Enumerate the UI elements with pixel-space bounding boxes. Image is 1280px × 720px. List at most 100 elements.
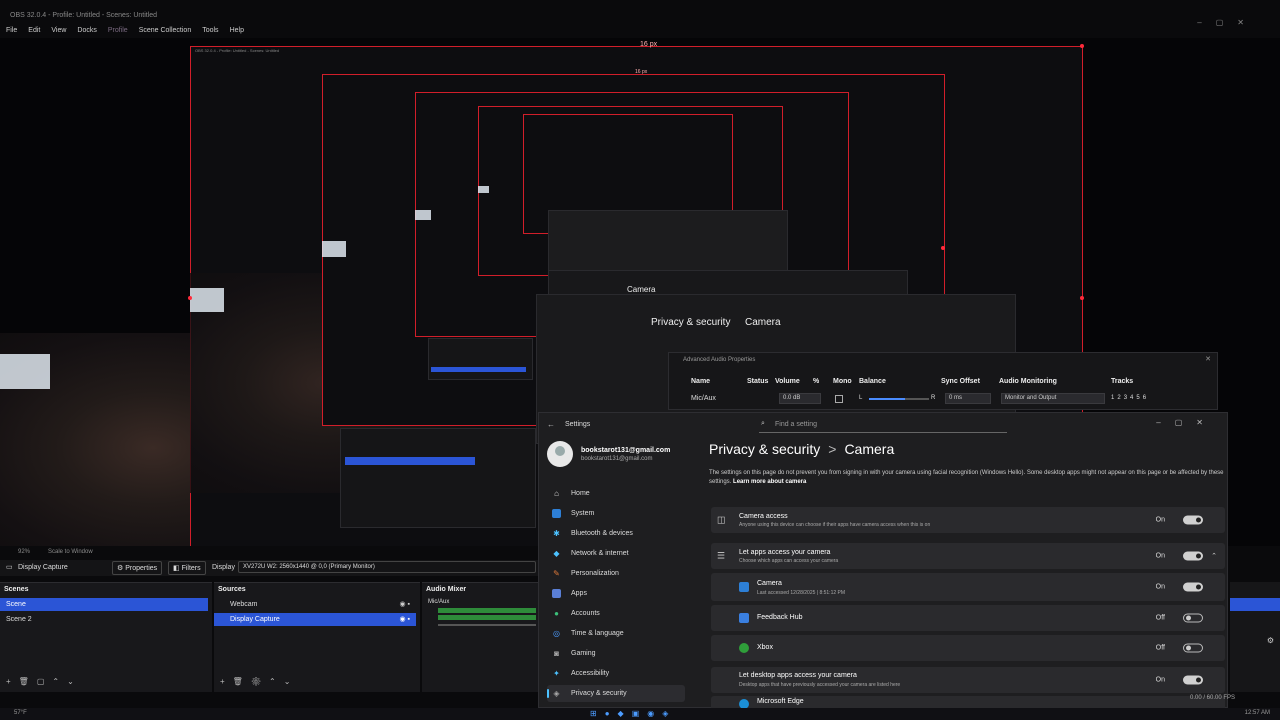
sync-offset-field[interactable]: 0 ms [945, 393, 991, 404]
breadcrumb-parent[interactable]: Privacy & security [709, 441, 820, 457]
window-controls[interactable]: –▢✕ [1156, 418, 1217, 427]
avatar [547, 441, 573, 467]
apps-access-card[interactable]: ☰ Let apps access your camera Choose whi… [711, 543, 1225, 569]
user-name: bookstarot131@gmail.com [581, 447, 671, 454]
feedback-hub-toggle[interactable] [1183, 613, 1203, 623]
eye-icon[interactable]: ◉ ▪ [399, 613, 410, 626]
user-email: bookstarot131@gmail.com [581, 456, 653, 462]
track-5[interactable]: 5 [1136, 395, 1139, 401]
track-3[interactable]: 3 [1124, 395, 1127, 401]
menu-scene-collection[interactable]: Scene Collection [139, 27, 192, 34]
eye-icon[interactable]: ◉ ▪ [399, 598, 410, 611]
spacing-label: 16 px [635, 69, 648, 75]
clock[interactable]: 12:57 AM [1245, 710, 1270, 716]
toggle-state: On [1155, 552, 1165, 560]
resize-handle[interactable] [1080, 44, 1084, 48]
back-arrow-icon[interactable]: ← [547, 420, 555, 429]
resize-handle[interactable] [941, 246, 945, 250]
app-row-xbox: Xbox Off [711, 635, 1225, 661]
camera-app-toggle[interactable] [1183, 582, 1203, 592]
gear-icon[interactable]: ⚙ [1267, 636, 1274, 645]
scene-item[interactable]: Scene [0, 598, 208, 611]
track-6[interactable]: 6 [1143, 395, 1146, 401]
nested-breadcrumb-parent: Privacy & security [651, 317, 731, 328]
weather-widget[interactable]: 57°F [14, 710, 27, 716]
feedback-hub-icon [739, 613, 749, 623]
track-4[interactable]: 4 [1130, 395, 1133, 401]
filters-button[interactable]: ◧ Filters [168, 561, 206, 575]
app-last-accessed: Last accessed 12/28/2025 | 8:51:12 PM [757, 590, 846, 596]
source-item-display[interactable]: Display Capture ◉ ▪ [214, 613, 416, 626]
resize-handle[interactable] [1080, 296, 1084, 300]
close-icon[interactable]: ✕ [1205, 355, 1211, 363]
col-mono: Mono [833, 378, 852, 385]
obs-controls-dock: ⚙ [1230, 582, 1280, 692]
source-item-webcam[interactable]: Webcam ◉ ▪ [214, 598, 416, 611]
camera-access-toggle[interactable] [1183, 515, 1203, 525]
taskbar-apps[interactable]: ⊞●◆▣◉◈ [590, 709, 676, 718]
home-icon: ⌂ [554, 489, 559, 498]
nav-accessibility[interactable]: ✦ Accessibility [547, 665, 685, 682]
properties-button[interactable]: ⚙ Properties [112, 561, 163, 575]
nested-selected-source [431, 367, 526, 372]
accounts-icon: ● [554, 609, 559, 618]
chevron-up-icon[interactable]: ⌃ [1211, 552, 1217, 560]
learn-more-link[interactable]: Learn more about camera [733, 479, 806, 485]
menu-tools[interactable]: Tools [202, 27, 218, 34]
nested-breadcrumb: Camera [627, 285, 656, 294]
toggle-state: Off [1155, 644, 1165, 652]
nav-personalization[interactable]: ✎ Personalization [547, 565, 685, 582]
nav-home[interactable]: ⌂ Home [547, 485, 685, 502]
xbox-toggle[interactable] [1183, 643, 1203, 653]
volume-slider[interactable] [438, 624, 536, 626]
page-description: The settings on this page do not prevent… [709, 470, 1224, 485]
nav-network[interactable]: ◆ Network & internet [547, 545, 685, 562]
nested-breadcrumb-current: Camera [745, 317, 781, 328]
mixer-channel-label: Mic/Aux [428, 599, 450, 605]
menu-profile[interactable]: Profile [108, 27, 128, 34]
scale-mode[interactable]: Scale to Window [48, 549, 93, 555]
mono-checkbox[interactable] [835, 395, 843, 403]
camera-access-card[interactable]: ◫ Camera access Anyone using this device… [711, 507, 1225, 533]
app-row-camera: Camera Last accessed 12/28/2025 | 8:51:1… [711, 573, 1225, 601]
menu-docks[interactable]: Docks [77, 27, 96, 34]
filters-label: Filters [181, 565, 201, 572]
nav-system[interactable]: System [547, 505, 685, 522]
scene-item[interactable]: Scene 2 [0, 613, 208, 626]
menu-edit[interactable]: Edit [28, 27, 40, 34]
resize-handle[interactable] [188, 296, 192, 300]
search-box[interactable]: ⌕ Find a setting [759, 419, 1007, 433]
tracks-checkboxes[interactable]: 1 2 3 4 5 6 [1111, 395, 1146, 401]
brush-icon: ✎ [553, 569, 560, 578]
menu-file[interactable]: File [6, 27, 17, 34]
monitoring-select[interactable]: Monitor and Output [1001, 393, 1105, 404]
search-icon: ⌕ [761, 420, 765, 427]
scene-controls[interactable]: +🗑▢⌃⌄ [6, 677, 82, 686]
app-name: Xbox [757, 644, 773, 651]
nav-accounts[interactable]: ● Accounts [547, 605, 685, 622]
track-2[interactable]: 2 [1117, 395, 1120, 401]
nested-obs-docks [340, 428, 536, 528]
app-row-edge: Microsoft Edge [711, 696, 1225, 709]
app-name: Camera [757, 580, 782, 587]
desktop-apps-toggle[interactable] [1183, 675, 1203, 685]
nav-bluetooth[interactable]: ✱ Bluetooth & devices [547, 525, 685, 542]
source-controls[interactable]: +🗑⚙⌃⌄ [220, 677, 298, 686]
toggle-state: On [1155, 676, 1165, 684]
nav-time-language[interactable]: ◎ Time & language [547, 625, 685, 642]
menu-view[interactable]: View [51, 27, 66, 34]
nav-gaming[interactable]: ◙ Gaming [547, 645, 685, 662]
user-profile[interactable]: bookstarot131@gmail.com bookstarot131@gm… [547, 441, 687, 471]
display-select[interactable]: XV272U W2: 2560x1440 @ 0,0 (Primary Moni… [238, 561, 536, 573]
zoom-level[interactable]: 92% [18, 549, 30, 555]
menu-help[interactable]: Help [230, 27, 244, 34]
nav-privacy-security[interactable]: ◈ Privacy & security [547, 685, 685, 702]
track-1[interactable]: 1 [1111, 395, 1114, 401]
volume-field[interactable]: 0.0 dB [779, 393, 821, 404]
camera-icon: ◫ [717, 514, 726, 525]
balance-slider[interactable] [869, 398, 929, 400]
balance-left: L [859, 395, 863, 401]
apps-access-toggle[interactable] [1183, 551, 1203, 561]
nav-apps[interactable]: Apps [547, 585, 685, 602]
control-button[interactable] [1230, 598, 1280, 611]
